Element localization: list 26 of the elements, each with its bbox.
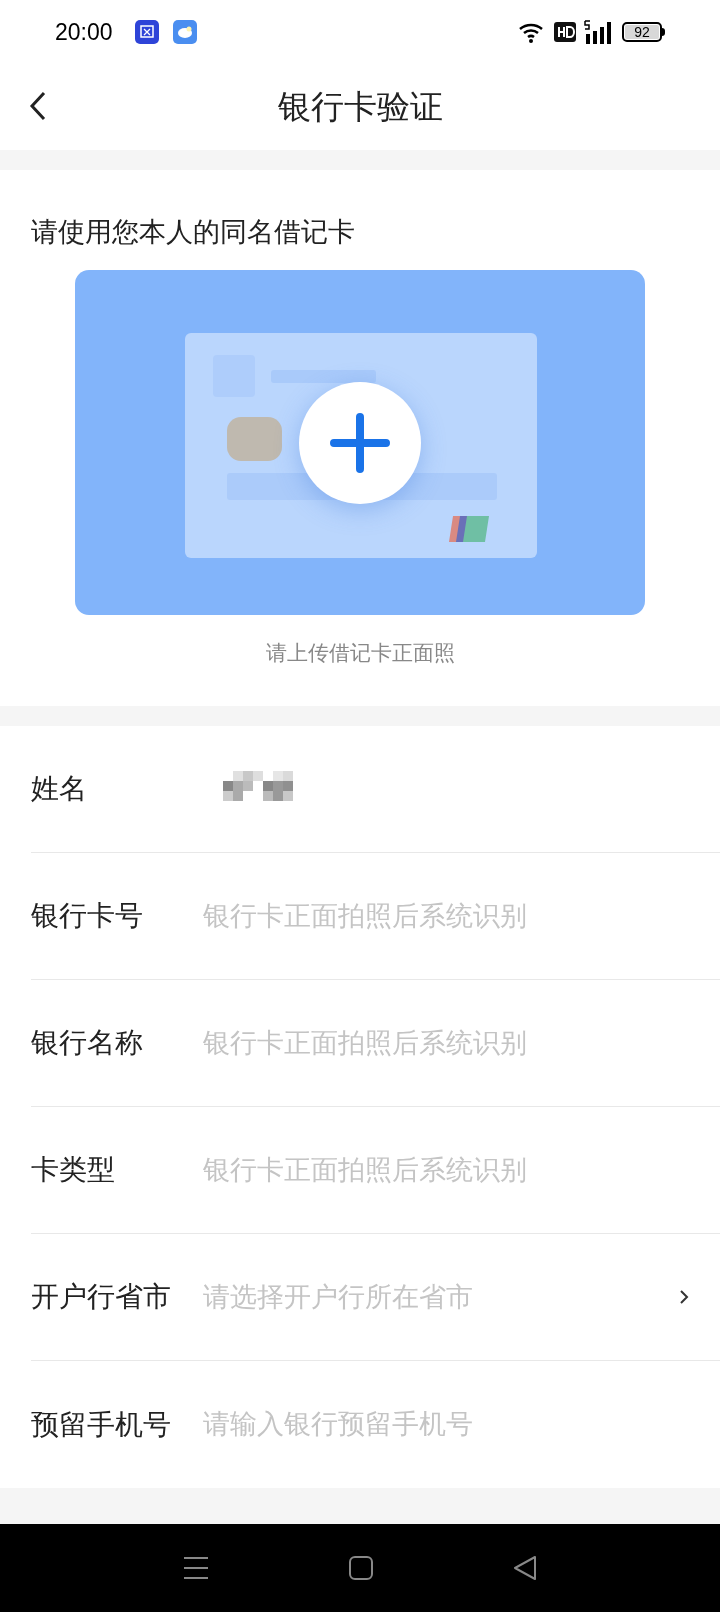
input-field[interactable]: 请输入银行预留手机号 — [203, 1404, 689, 1445]
input-field[interactable]: 银行卡正面拍照后系统识别 — [203, 895, 689, 937]
upload-caption: 请上传借记卡正面照 — [264, 640, 456, 666]
home-icon[interactable] — [349, 1556, 373, 1580]
battery-icon: 92 — [622, 22, 665, 42]
field-label: 银行卡号 — [31, 899, 144, 933]
region-select[interactable]: 请选择开户行所在省市 — [203, 1276, 669, 1318]
signal-icon — [584, 20, 614, 44]
input-field[interactable]: 银行卡正面拍照后系统识别 — [203, 1149, 689, 1191]
hd-icon — [554, 22, 576, 42]
plus-icon — [330, 412, 390, 473]
field-label: 预留手机号 — [31, 1407, 172, 1442]
input-field[interactable]: 银行卡正面拍照后系统识别 — [203, 1022, 689, 1064]
back-icon — [29, 91, 47, 121]
weather-icon — [172, 20, 197, 44]
app-icon — [134, 20, 159, 44]
chevron-right-icon — [679, 1289, 689, 1305]
back-icon[interactable] — [513, 1555, 537, 1581]
section-heading: 请使用您本人的同名借记卡 — [30, 216, 356, 249]
field-label: 姓名 — [31, 772, 88, 806]
page-title: 银行卡验证 — [277, 87, 443, 128]
field-label: 银行名称 — [31, 1026, 144, 1060]
menu-icon[interactable] — [183, 1556, 209, 1580]
field-label: 开户行省市 — [31, 1280, 172, 1314]
status-time: 20:00 — [55, 17, 113, 47]
field-label: 卡类型 — [31, 1153, 116, 1187]
